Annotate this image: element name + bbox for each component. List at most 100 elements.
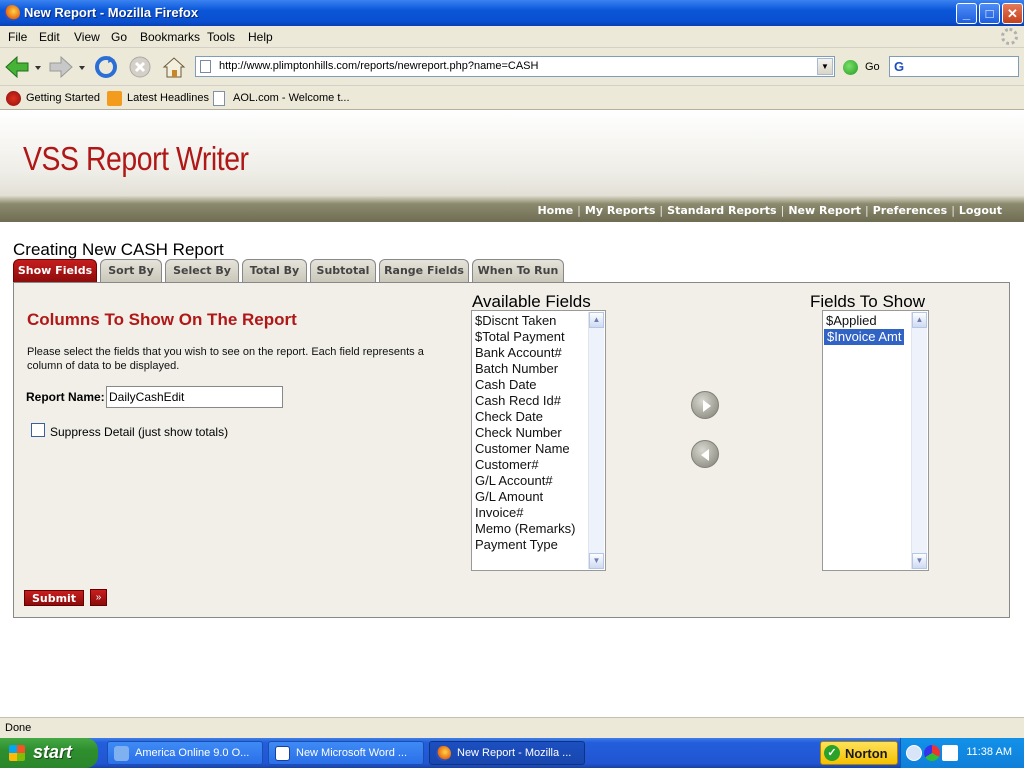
list-item[interactable]: Cash Date [475,377,536,393]
checkmark-icon: ✓ [824,745,840,761]
next-step-button[interactable]: » [90,589,107,606]
report-name-input[interactable] [106,386,283,408]
bookmark-aol[interactable]: AOL.com - Welcome t... [213,91,350,106]
navigation-toolbar: http://www.plimptonhills.com/reports/new… [0,48,1024,86]
submit-button[interactable]: Submit [24,590,84,606]
list-item[interactable]: Check Number [475,425,562,441]
clock: 11:38 AM [966,746,1012,758]
taskbar-item-firefox[interactable]: New Report - Mozilla ... [429,741,585,765]
list-item[interactable]: Customer# [475,457,539,473]
fields-to-show-title: Fields To Show [810,292,925,311]
available-fields-scrollbar[interactable]: ▲ ▼ [588,312,604,569]
nav-home[interactable]: Home [537,204,573,217]
tab-when-to-run[interactable]: When To Run [472,259,564,283]
scroll-down-icon[interactable]: ▼ [912,553,927,569]
firefox-icon [436,746,451,761]
suppress-detail-label: Suppress Detail (just show totals) [50,425,229,439]
available-fields-title: Available Fields [472,292,591,311]
page-icon [213,91,225,106]
stop-icon[interactable] [127,54,153,80]
throbber-icon [1001,28,1018,45]
list-item[interactable]: $Applied [826,313,877,329]
firefox-icon [4,5,20,21]
taskbar-item-aol[interactable]: America Online 9.0 O... [107,741,263,765]
tab-subtotal[interactable]: Subtotal [310,259,376,283]
back-arrow-icon[interactable] [4,54,30,80]
list-item[interactable]: Invoice# [475,505,523,521]
app-title: VSS Report Writer [23,140,249,177]
list-item[interactable]: Customer Name [475,441,570,457]
list-item[interactable]: $Total Payment [475,329,565,345]
start-button[interactable]: start [0,738,98,768]
list-item[interactable]: Memo (Remarks) [475,521,575,537]
tab-sort-by[interactable]: Sort By [100,259,162,283]
close-button[interactable]: ✕ [1002,3,1023,24]
reload-icon[interactable] [93,54,119,80]
list-item[interactable]: Bank Account# [475,345,562,361]
taskbar-item-word[interactable]: New Microsoft Word ... [268,741,424,765]
menu-help[interactable]: Help [248,30,273,44]
list-item[interactable]: Batch Number [475,361,558,377]
tab-range-fields[interactable]: Range Fields [379,259,469,283]
norton-button[interactable]: ✓ Norton [820,741,898,765]
back-dropdown-icon[interactable] [32,54,44,80]
go-icon [843,60,858,75]
url-text: http://www.plimptonhills.com/reports/new… [219,60,539,72]
tray-app-icon[interactable] [924,745,940,761]
menu-file[interactable]: File [8,30,27,44]
menu-go[interactable]: Go [111,30,127,44]
chevron-down-icon[interactable]: ▼ [817,58,833,75]
fields-to-show-list[interactable]: $Applied $Invoice Amt ▲ ▼ [822,310,929,571]
nav-logout[interactable]: Logout [959,204,1002,217]
arrow-left-icon [701,449,709,461]
report-name-label: Report Name: [26,390,105,404]
scroll-up-icon[interactable]: ▲ [912,312,927,328]
tray-vc-icon[interactable] [942,745,958,761]
google-search-icon: G [894,59,905,74]
menu-view[interactable]: View [74,30,100,44]
forward-arrow-icon[interactable] [48,54,74,80]
page-title: Creating New CASH Report [13,240,224,259]
window-title-bar[interactable]: New Report - Mozilla Firefox _ □ ✕ [0,0,1024,26]
bookmark-getting-started[interactable]: Getting Started [6,91,100,106]
bookmark-latest-headlines[interactable]: Latest Headlines [107,91,209,106]
tab-show-fields[interactable]: Show Fields [13,259,97,283]
list-item[interactable]: Cash Recd Id# [475,393,561,409]
nav-standard-reports[interactable]: Standard Reports [667,204,776,217]
taskbar: start America Online 9.0 O... New Micros… [0,738,1024,768]
address-bar[interactable]: http://www.plimptonhills.com/reports/new… [195,56,835,77]
menu-bookmarks[interactable]: Bookmarks [140,30,200,44]
list-item[interactable]: G/L Amount [475,489,543,505]
aol-icon [114,746,129,761]
nav-new-report[interactable]: New Report [788,204,861,217]
list-item[interactable]: $Discnt Taken [475,313,556,329]
menu-tools[interactable]: Tools [207,30,235,44]
remove-field-button[interactable] [691,440,719,468]
list-item[interactable]: Payment Type [475,537,558,553]
maximize-button[interactable]: □ [979,3,1000,24]
home-icon[interactable] [161,54,187,80]
tab-select-by[interactable]: Select By [165,259,239,283]
menu-edit[interactable]: Edit [39,30,60,44]
nav-preferences[interactable]: Preferences [873,204,947,217]
tab-total-by[interactable]: Total By [242,259,307,283]
forward-dropdown-icon[interactable] [76,54,88,80]
list-item[interactable]: G/L Account# [475,473,553,489]
search-input[interactable]: G [889,56,1019,77]
add-field-button[interactable] [691,391,719,419]
list-item[interactable]: Check Date [475,409,543,425]
suppress-detail-checkbox[interactable] [31,423,45,437]
nav-my-reports[interactable]: My Reports [585,204,656,217]
scroll-up-icon[interactable]: ▲ [589,312,604,328]
bookmarks-toolbar: Getting Started Latest Headlines AOL.com… [0,86,1024,110]
windows-logo-icon [9,745,25,761]
available-fields-list[interactable]: $Discnt Taken $Total Payment Bank Accoun… [471,310,606,571]
scroll-down-icon[interactable]: ▼ [589,553,604,569]
list-item-selected[interactable]: $Invoice Amt [824,329,905,345]
menu-bar: File Edit View Go Bookmarks Tools Help [0,26,1024,48]
fields-to-show-scrollbar[interactable]: ▲ ▼ [911,312,927,569]
system-tray: 11:38 AM [900,738,1024,768]
tray-arrow-icon[interactable] [906,745,922,761]
minimize-button[interactable]: _ [956,3,977,24]
rss-icon [107,91,122,106]
